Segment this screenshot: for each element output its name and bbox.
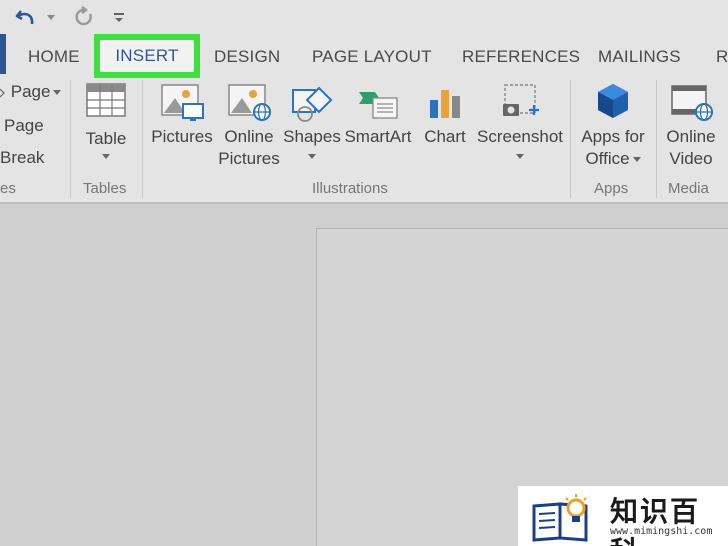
tab-page-layout[interactable]: PAGE LAYOUT [312, 42, 432, 72]
undo-dropdown[interactable] [42, 4, 56, 30]
online-video-button[interactable]: Online Video [662, 82, 720, 170]
page-break-button[interactable]: Break [0, 148, 44, 168]
customize-qat-icon [114, 13, 124, 22]
apps-for-office-button[interactable]: Apps for Office [578, 82, 648, 170]
redo-icon [75, 6, 92, 26]
table-label: Table [85, 129, 127, 148]
tables-group-label: Tables [83, 180, 127, 197]
online-video-icon [671, 85, 713, 121]
online-pictures-label-2: Pictures [218, 149, 280, 168]
group-divider [142, 80, 143, 198]
screenshot-label: Screenshot [477, 127, 563, 146]
screenshot-button[interactable]: Screenshot [476, 82, 564, 159]
watermark: 知识百科 www.mimingshi.com [518, 486, 728, 546]
tab-mailings[interactable]: MAILINGS [598, 42, 681, 72]
ribbon-tab-row: HOME INSERT DESIGN PAGE LAYOUT REFERENCE… [0, 34, 728, 78]
pictures-label: Pictures [151, 127, 213, 146]
apps-for-office-label-2-text: Office [585, 149, 630, 168]
tab-design[interactable]: DESIGN [214, 42, 280, 72]
undo-icon [15, 10, 34, 25]
tab-overflow[interactable]: R [716, 42, 728, 72]
screenshot-icon [503, 84, 539, 116]
tab-home[interactable]: HOME [28, 42, 80, 72]
bar-chart-icon [430, 90, 460, 118]
apps-for-office-label-2: Office [585, 148, 641, 170]
chevron-down-icon [53, 90, 62, 96]
chart-label: Chart [424, 127, 466, 146]
apps-group-label: Apps [594, 180, 629, 197]
table-icon [86, 83, 126, 117]
ribbon-insert-panel: Page Page Break es Table Tables Pictures… [0, 74, 728, 204]
chevron-right-icon [0, 88, 5, 97]
chevron-down-icon [46, 14, 55, 20]
illustrations-group-label: Illustrations [312, 180, 388, 197]
online-video-label-2: Video [669, 149, 713, 168]
shapes-button[interactable]: Shapes [283, 82, 341, 159]
table-button[interactable]: Table [80, 82, 132, 159]
online-pictures-button[interactable]: Online Pictures [216, 82, 282, 170]
online-pictures-label-1: Online [224, 127, 274, 146]
chevron-down-icon [632, 157, 641, 163]
group-divider [570, 80, 571, 198]
blank-page-button[interactable]: Page [4, 116, 44, 136]
book-lightbulb-icon [532, 494, 588, 542]
chevron-down-icon [102, 154, 110, 159]
quick-access-toolbar [0, 0, 728, 34]
shapes-icon [292, 86, 333, 122]
smartart-icon [359, 92, 398, 119]
watermark-title: 知识百科 [610, 495, 701, 546]
online-video-label-1: Online [666, 127, 716, 146]
chart-button[interactable]: Chart [420, 82, 470, 148]
tab-insert[interactable]: INSERT [94, 34, 200, 78]
chevron-down-icon [516, 154, 524, 159]
tab-references[interactable]: REFERENCES [462, 42, 580, 72]
cover-page-button[interactable]: Page [0, 82, 62, 102]
online-pictures-icon [228, 84, 271, 121]
undo-button[interactable] [12, 4, 40, 30]
pages-group-label: es [0, 180, 16, 197]
page-break-label: Break [0, 148, 45, 167]
file-tab-edge[interactable] [0, 34, 6, 74]
pictures-button[interactable]: Pictures [150, 82, 214, 148]
apps-for-office-icon [598, 84, 628, 118]
redo-button[interactable] [70, 4, 98, 30]
blank-page-label: Page [4, 116, 44, 135]
watermark-url: www.mimingshi.com [610, 526, 713, 537]
group-divider [656, 80, 657, 198]
shapes-label: Shapes [283, 127, 341, 146]
apps-for-office-label-1: Apps for [581, 127, 645, 146]
customize-qat-button[interactable] [110, 4, 128, 30]
cover-page-label: Page [10, 82, 51, 101]
smartart-button[interactable]: SmartArt [342, 82, 414, 148]
media-group-label: Media [668, 180, 709, 197]
pictures-icon [161, 84, 204, 121]
smartart-label: SmartArt [344, 127, 412, 146]
chevron-down-icon [308, 154, 316, 159]
group-divider [70, 80, 71, 198]
